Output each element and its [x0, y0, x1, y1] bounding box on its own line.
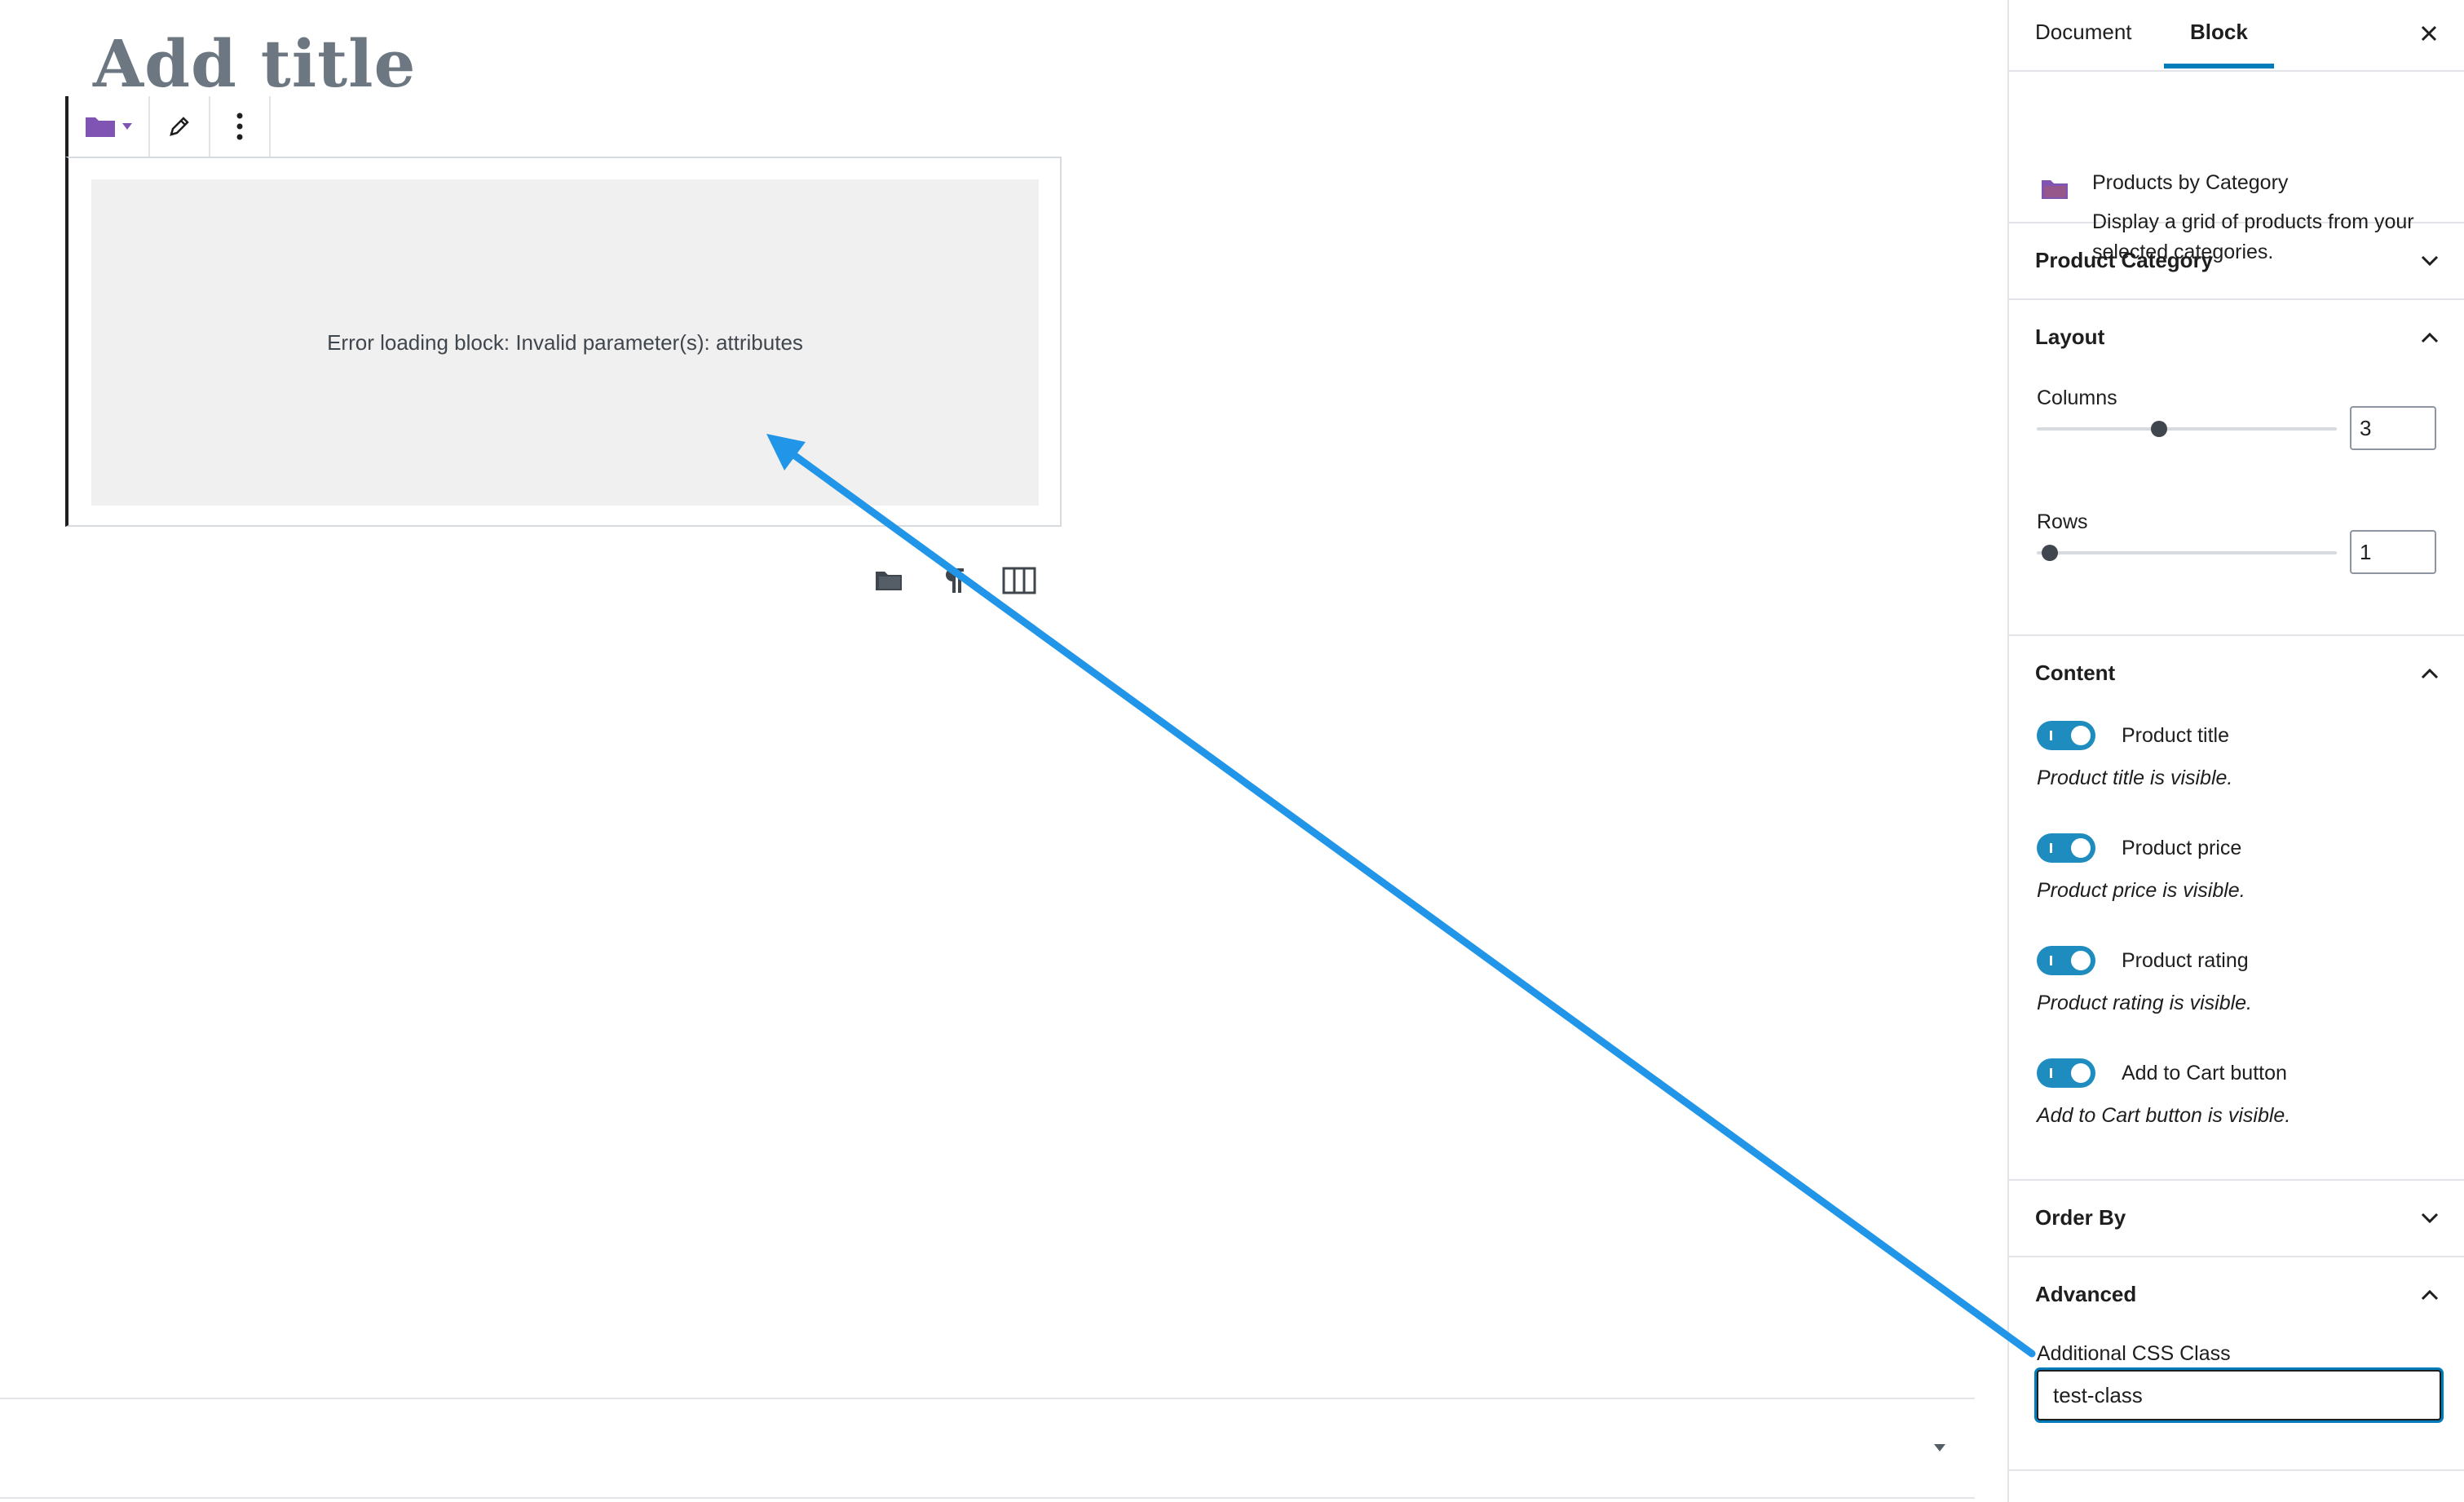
chevron-up-icon [2421, 332, 2439, 343]
rows-slider[interactable] [2037, 545, 2337, 561]
panel-content-toggle[interactable]: Content [2009, 636, 2464, 711]
panel-product-category-toggle[interactable]: Product Category [2009, 223, 2464, 298]
block-error-message: Error loading block: Invalid parameter(s… [327, 329, 803, 355]
panel-advanced-toggle[interactable]: Advanced [2009, 1257, 2464, 1332]
panel-layout: Layout Columns Rows [2009, 300, 2464, 636]
panel-order-by: Order By [2009, 1181, 2464, 1257]
caret-down-icon [121, 123, 132, 130]
columns-input[interactable] [2350, 406, 2436, 450]
chevron-up-icon [2421, 668, 2439, 679]
add-to-cart-toggle[interactable] [2037, 1058, 2095, 1088]
folder-icon [876, 572, 902, 590]
panel-title: Content [2035, 660, 2116, 685]
add-to-cart-toggle-label: Add to Cart button [2122, 1062, 2287, 1085]
css-class-input[interactable] [2037, 1370, 2441, 1420]
paragraph-icon [946, 568, 964, 593]
block-toolbar [65, 96, 271, 157]
columns-slider[interactable] [2037, 421, 2337, 437]
insert-columns-button[interactable] [1000, 561, 1039, 600]
toggle-on-mark [2050, 731, 2052, 740]
product-price-toggle-label: Product price [2122, 837, 2242, 859]
edit-button[interactable] [150, 96, 210, 157]
panel-title: Layout [2035, 325, 2105, 349]
folder-icon [85, 117, 115, 137]
product-price-toggle[interactable] [2037, 833, 2095, 863]
panel-layout-toggle[interactable]: Layout [2009, 300, 2464, 375]
close-icon[interactable] [2415, 20, 2443, 47]
product-rating-toggle[interactable] [2037, 946, 2095, 975]
toggle-knob [2071, 951, 2091, 970]
rows-label: Rows [2037, 510, 2088, 533]
product-rating-help: Product rating is visible. [2037, 992, 2253, 1014]
insert-paragraph-button[interactable] [934, 561, 974, 600]
toggle-on-mark [2050, 956, 2052, 965]
toggle-on-mark [2050, 843, 2052, 853]
panel-order-by-toggle[interactable]: Order By [2009, 1181, 2464, 1256]
chevron-down-icon [2421, 255, 2439, 267]
block-card: Products by Category Display a grid of p… [2009, 72, 2464, 263]
post-title-input[interactable]: Add title [93, 31, 416, 96]
product-price-help: Product price is visible. [2037, 879, 2245, 902]
panel-title: Product Category [2035, 248, 2214, 272]
meta-boxes-bar [0, 1398, 1975, 1499]
rows-input[interactable] [2350, 530, 2436, 574]
sidebar-tabs: Document Block [2009, 0, 2464, 72]
caret-down-icon[interactable] [1927, 1435, 1952, 1460]
more-options-button[interactable] [210, 96, 271, 157]
quick-inserter [869, 561, 1039, 600]
toggle-knob [2071, 726, 2091, 745]
folder-icon [2042, 180, 2068, 199]
css-class-label: Additional CSS Class [2037, 1342, 2231, 1365]
product-rating-toggle-label: Product rating [2122, 949, 2249, 972]
product-title-toggle[interactable] [2037, 721, 2095, 750]
more-vertical-icon [236, 113, 243, 140]
panel-content: Content Product title Product title is v… [2009, 636, 2464, 1181]
panel-title: Advanced [2035, 1282, 2137, 1306]
chevron-down-icon [2421, 1213, 2439, 1224]
settings-sidebar: Document Block Products by Category Disp… [2007, 0, 2464, 1502]
toggle-knob [2071, 838, 2091, 858]
block-switcher-button[interactable] [68, 96, 150, 157]
insert-products-by-category-button[interactable] [869, 561, 908, 600]
product-title-help: Product title is visible. [2037, 766, 2233, 789]
tab-document[interactable]: Document [2035, 0, 2132, 68]
block-error-placeholder: Error loading block: Invalid parameter(s… [91, 179, 1039, 506]
tab-block[interactable]: Block [2164, 0, 2274, 68]
columns-slider-thumb[interactable] [2151, 421, 2167, 437]
panel-advanced: Advanced Additional CSS Class [2009, 1257, 2464, 1471]
columns-icon [1002, 567, 1036, 594]
toggle-on-mark [2050, 1068, 2052, 1078]
chevron-up-icon [2421, 1289, 2439, 1301]
rows-slider-thumb[interactable] [2042, 545, 2058, 561]
block-card-title: Products by Category [2092, 171, 2289, 194]
pencil-icon [169, 117, 189, 136]
editor-canvas: Add title Error loading block: Invalid p… [0, 0, 2007, 1502]
toggle-knob [2071, 1063, 2091, 1083]
panel-title: Order By [2035, 1205, 2126, 1230]
panel-product-category: Product Category [2009, 223, 2464, 300]
columns-label: Columns [2037, 387, 2117, 409]
add-to-cart-help: Add to Cart button is visible. [2037, 1104, 2291, 1127]
product-title-toggle-label: Product title [2122, 724, 2230, 747]
